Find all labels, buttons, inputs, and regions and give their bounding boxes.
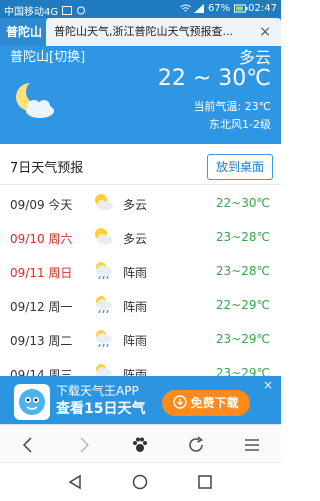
- free-download-button[interactable]: 免费下载: [162, 390, 250, 416]
- shower-icon: [92, 327, 114, 349]
- forecast-weather: 多云: [123, 198, 148, 212]
- wifi-icon: [180, 4, 191, 13]
- clock: 02:47: [248, 3, 277, 14]
- system-recents-icon[interactable]: [196, 473, 214, 491]
- location-switch[interactable]: 普陀山[切换]: [10, 46, 85, 65]
- partly-cloudy-icon: [92, 191, 114, 213]
- forecast-weather: 阵雨: [123, 266, 148, 280]
- battery-percent: 67%: [207, 3, 231, 14]
- paw-home-icon[interactable]: [130, 435, 150, 455]
- shower-icon: [92, 293, 114, 315]
- forecast-weather: 多云: [123, 232, 148, 246]
- banner-close-icon[interactable]: ×: [263, 378, 273, 392]
- notification-icon: [76, 6, 86, 15]
- forecast-row: 09/12 周一 阵雨 22~29℃: [0, 289, 281, 322]
- forecast-range: 22~29℃: [215, 298, 270, 312]
- download-icon: [173, 392, 188, 409]
- forward-icon[interactable]: [74, 435, 94, 455]
- tab-bar: 普陀山 普陀山天气,浙江普陀山天气预报查... ×: [0, 18, 281, 46]
- forecast-weather: 阵雨: [123, 300, 148, 314]
- banner-line2: 查看15日天气: [56, 401, 146, 417]
- refresh-icon[interactable]: [186, 435, 206, 455]
- forecast-row: 09/09 今天 多云 22~30℃: [0, 187, 281, 220]
- banner-line1: 下载天气王APP: [56, 384, 139, 398]
- app-logo-icon: [14, 384, 50, 420]
- message-icon: [62, 6, 73, 15]
- app-download-banner[interactable]: 下载天气王APP 查看15日天气 免费下载 ×: [0, 376, 281, 424]
- forecast-range: 22~30℃: [215, 196, 270, 210]
- signal-icon: [193, 4, 204, 13]
- forecast-header: 7日天气预报 放到桌面: [0, 144, 281, 184]
- wind: 东北风1-2级: [209, 118, 271, 131]
- free-download-label: 免费下载: [190, 396, 239, 410]
- back-icon[interactable]: [18, 435, 38, 455]
- forecast-weather: 阵雨: [123, 334, 148, 348]
- tab-title: 普陀山天气,浙江普陀山天气预报查...: [54, 25, 233, 38]
- tab-previous[interactable]: 普陀山: [0, 18, 46, 46]
- forecast-range: 23~28℃: [215, 230, 270, 244]
- system-nav-bar: [0, 462, 281, 501]
- add-to-desktop-button[interactable]: 放到桌面: [207, 154, 273, 180]
- current-temp: 当前气温: 23℃: [193, 100, 271, 113]
- temp-range: 22 ~ 30℃: [157, 66, 271, 91]
- forecast-row: 09/11 周日 阵雨 23~28℃: [0, 255, 281, 288]
- current-condition: 多云: [238, 48, 271, 67]
- forecast-row: 09/10 周六 多云 23~28℃: [0, 221, 281, 254]
- status-bar: 中国移动4G 67% 02:47: [0, 0, 281, 18]
- forecast-range: 23~28℃: [215, 264, 270, 278]
- shower-icon: [92, 259, 114, 281]
- forecast-date: 09/13 周二: [10, 334, 73, 348]
- forecast-range: 23~29℃: [215, 332, 270, 346]
- forecast-date: 09/09 今天: [10, 198, 73, 212]
- forecast-date: 09/10 周六: [10, 232, 73, 246]
- system-back-icon[interactable]: [66, 473, 84, 491]
- menu-icon[interactable]: [242, 435, 262, 455]
- divider: [0, 184, 281, 185]
- forecast-title: 7日天气预报: [10, 161, 84, 176]
- forecast-date: 09/12 周一: [10, 300, 73, 314]
- tab-close-icon[interactable]: ×: [259, 18, 271, 46]
- carrier-text: 中国移动4G: [4, 7, 59, 18]
- battery-icon: [234, 4, 248, 13]
- night-cloudy-icon: [10, 79, 58, 121]
- system-home-icon[interactable]: [131, 473, 149, 491]
- partly-cloudy-icon: [92, 225, 114, 247]
- browser-bottom-nav: [0, 424, 281, 463]
- tab-current[interactable]: 普陀山天气,浙江普陀山天气预报查...: [46, 18, 281, 46]
- weather-hero: 普陀山[切换] 多云 22 ~ 30℃ 当前气温: 23℃ 东北风1-2级: [0, 46, 281, 144]
- forecast-row: 09/13 周二 阵雨 23~29℃: [0, 323, 281, 356]
- forecast-date: 09/11 周日: [10, 266, 73, 280]
